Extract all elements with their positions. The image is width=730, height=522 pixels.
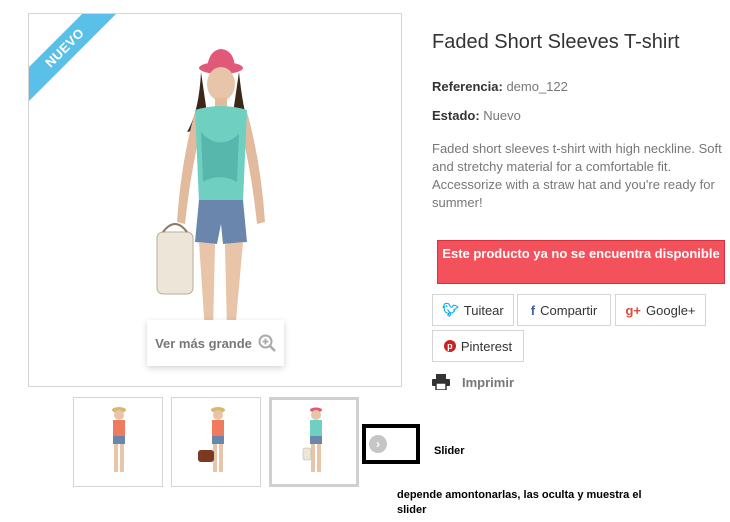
twitter-icon: 🐦︎ — [442, 302, 459, 317]
condition-value: Nuevo — [483, 108, 521, 123]
print-label: Imprimir — [462, 374, 515, 390]
thumbnail-3[interactable] — [269, 397, 359, 487]
facebook-icon: f — [530, 302, 536, 318]
zoom-in-icon — [258, 334, 276, 352]
reference-line: Referencia: demo_122 — [432, 79, 568, 94]
share-facebook-label: Compartir — [540, 302, 598, 318]
pinterest-label: Pinterest — [460, 338, 513, 354]
condition-line: Estado: Nuevo — [432, 108, 521, 123]
slider-next-box[interactable]: › — [362, 424, 420, 464]
thumbnail-2[interactable] — [171, 397, 261, 487]
share-facebook-button[interactable]: f Compartir — [517, 294, 611, 326]
print-link[interactable]: Imprimir — [432, 374, 514, 390]
view-larger-button[interactable]: Ver más grande — [147, 320, 284, 366]
tweet-label: Tuitear — [463, 302, 504, 318]
new-ribbon: NUEVO — [29, 14, 123, 106]
google-plus-label: Google+ — [646, 302, 696, 318]
tweet-button[interactable]: 🐦︎ Tuitear — [432, 294, 514, 326]
printer-icon — [432, 374, 450, 390]
product-description: Faded short sleeves t-shirt with high ne… — [432, 141, 722, 210]
reference-label: Referencia: — [432, 79, 503, 94]
thumbnail-3-image — [302, 407, 322, 472]
slider-annotation-note: depende amontonarlas, las oculta y muest… — [397, 489, 642, 516]
thumbnail-1[interactable] — [73, 397, 163, 487]
unavailable-notice: Este producto ya no se encuentra disponi… — [437, 240, 725, 284]
view-larger-label: Ver más grande — [155, 335, 252, 351]
condition-label: Estado: — [432, 108, 480, 123]
chevron-right-icon[interactable]: › — [369, 435, 387, 453]
pinterest-icon: p — [443, 340, 456, 352]
slider-annotation-label: Slider — [434, 445, 465, 457]
google-plus-icon: g+ — [625, 302, 642, 318]
main-product-image[interactable]: NUEVO Ver más grande — [28, 13, 402, 387]
reference-value: demo_122 — [506, 79, 568, 94]
pinterest-button[interactable]: p Pinterest — [432, 330, 524, 362]
thumbnail-2-image — [198, 407, 225, 472]
google-plus-button[interactable]: g+ Google+ — [615, 294, 706, 326]
product-title: Faded Short Sleeves T-shirt — [432, 31, 680, 53]
thumbnail-1-image — [112, 407, 126, 472]
